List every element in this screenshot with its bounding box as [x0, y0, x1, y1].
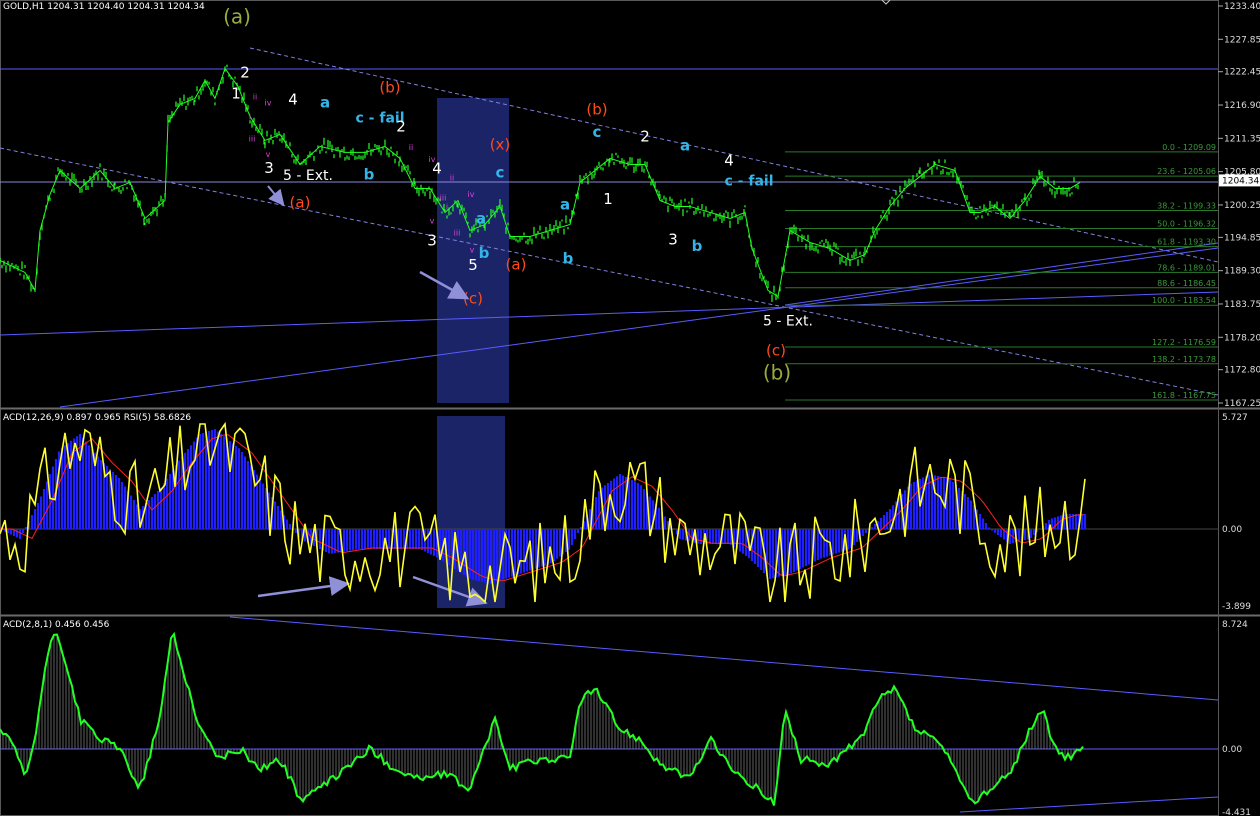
wave-label: (b): [379, 78, 400, 96]
wave-label: (c): [766, 341, 786, 359]
current-price-label: 1204.34: [1222, 176, 1259, 186]
wave-label: 5 - Ext.: [763, 313, 813, 329]
wave-label: a: [320, 93, 330, 111]
axis-tick-label: 1189.30: [1224, 267, 1260, 277]
acd-trendline-lower: [959, 796, 1219, 813]
wave-label: 5 - Ext.: [283, 168, 333, 184]
subwave-label: iv: [468, 190, 475, 199]
wave-label: b: [479, 244, 490, 262]
fib-level-label: 127.2 - 1176.59: [1152, 338, 1216, 347]
acd-header: ACD(2,8,1) 0.456 0.456: [3, 620, 110, 630]
wave-label: 1: [231, 84, 241, 102]
fib-level-label: 23.6 - 1205.06: [1157, 167, 1216, 176]
fib-level-label: 61.8 - 1193.30: [1157, 238, 1216, 247]
subwave-label: v: [470, 246, 475, 255]
wave-label: (a): [223, 4, 251, 28]
wave-label: 4: [724, 152, 734, 170]
wave-label: 2: [396, 117, 406, 135]
wave-label: 2: [640, 128, 650, 146]
fib-level-label: 88.6 - 1186.45: [1157, 279, 1216, 288]
arrow-annotation: [267, 185, 285, 207]
wave-label: 3: [427, 231, 437, 249]
subwave-label: iv: [429, 155, 436, 164]
subwave-label: iii: [440, 193, 447, 202]
wave-label: (b): [586, 101, 607, 119]
macd-header: ACD(12,26,9) 0.897 0.965 RSI(5) 58.6826: [3, 413, 191, 423]
fib-level-label: 161.8 - 1167.75: [1152, 391, 1216, 400]
subwave-label: ii: [253, 93, 257, 102]
wave-label: 3: [264, 159, 274, 177]
wave-label: c: [496, 164, 505, 182]
wave-label: c - fail: [725, 173, 774, 189]
axis-tick-label: 8.724: [1222, 620, 1248, 630]
axis-tick-label: 1183.75: [1224, 300, 1260, 310]
wave-label: (b): [763, 360, 791, 384]
chart-header-symbol: GOLD,H1 1204.31 1204.40 1204.31 1204.34: [3, 2, 205, 12]
price-bars: [0, 64, 1079, 302]
subwave-label: ii: [409, 143, 413, 152]
subwave-label: ii: [450, 174, 454, 183]
subwave-label: v: [430, 216, 435, 225]
acd-histogram: [0, 634, 1084, 806]
wave-label: 4: [288, 90, 298, 108]
acd-panel: 8.724 0.00 -4.431: [0, 616, 1251, 816]
fib-level-label: 38.2 - 1199.33: [1157, 201, 1216, 210]
fib-level-label: 78.6 - 1189.01: [1157, 263, 1216, 272]
axis-tick-label: 1211.35: [1224, 134, 1260, 144]
fib-level-label: 50.0 - 1196.32: [1157, 220, 1216, 229]
axis-tick-label: 1200.25: [1224, 201, 1260, 211]
price-series: [0, 64, 1081, 302]
wave-label: b: [692, 237, 703, 255]
wave-label: a: [560, 195, 570, 213]
axis-tick-label: 1178.20: [1224, 333, 1260, 343]
wave-labels: (a)21 4 a(b)c - fail23 5 - Ext. b(a)43ab5(c)…: [223, 4, 813, 384]
axis-tick-label: 0.00: [1222, 525, 1242, 535]
fib-level-label: 138.2 - 1173.78: [1152, 355, 1216, 364]
axis-tick-label: 1167.25: [1224, 399, 1260, 409]
axis-tick-label: -4.431: [1222, 808, 1251, 816]
acd-trendline-upper: [229, 616, 1219, 701]
fib-level-label: 0.0 - 1209.09: [1162, 143, 1216, 152]
subwave-label: v: [266, 150, 271, 159]
axis-tick-label: 1216.90: [1224, 101, 1260, 111]
acd-line: [0, 631, 1084, 806]
price-axis: 1233.401227.851222.451216.901211.351205.…: [1218, 2, 1260, 409]
wave-label: (x): [490, 135, 511, 153]
axis-tick-label: 1222.45: [1224, 68, 1260, 78]
axis-tick-label: -3.899: [1222, 602, 1251, 612]
wave-label: 2: [240, 63, 250, 81]
wave-label: 1: [603, 190, 613, 208]
axis-tick-label: 0.00: [1222, 745, 1242, 755]
wave-label: a: [680, 137, 690, 155]
wave-label: c: [593, 123, 602, 141]
axis-tick-label: 1227.85: [1224, 35, 1260, 45]
subwave-label: i: [249, 112, 251, 121]
wave-label: (c): [463, 290, 483, 308]
trading-chart[interactable]: 0.0 - 1209.09 23.6 - 1205.06 38.2 - 1199.3…: [0, 0, 1260, 816]
wave-label: 3: [668, 230, 678, 248]
subwave-label: iv: [265, 99, 272, 108]
axis-tick-label: 1194.85: [1224, 233, 1260, 243]
wave-label: (a): [290, 194, 311, 212]
subwave-label: i: [446, 202, 448, 211]
wave-label: b: [364, 165, 375, 183]
fibonacci-levels: 0.0 - 1209.09 23.6 - 1205.06 38.2 - 1199.3…: [785, 143, 1218, 401]
support-trendline-1: [0, 291, 1219, 336]
axis-tick-label: 5.727: [1222, 413, 1248, 423]
axis-tick-label: 1233.40: [1224, 2, 1260, 12]
subwave-label: iii: [454, 228, 461, 237]
macd-panel: 5.727 0.00 -3.899: [0, 413, 1251, 612]
fib-level-label: 100.0 - 1183.54: [1152, 296, 1216, 305]
arrow-annotation: [257, 576, 350, 598]
axis-tick-label: 1172.80: [1224, 366, 1260, 376]
subwave-label: iii: [249, 135, 256, 144]
wave-label: b: [563, 249, 574, 267]
wave-label: a: [476, 209, 486, 227]
wave-label: (a): [506, 255, 527, 273]
support-trendline-2: [59, 247, 1219, 408]
wave-label: 5: [468, 256, 478, 274]
